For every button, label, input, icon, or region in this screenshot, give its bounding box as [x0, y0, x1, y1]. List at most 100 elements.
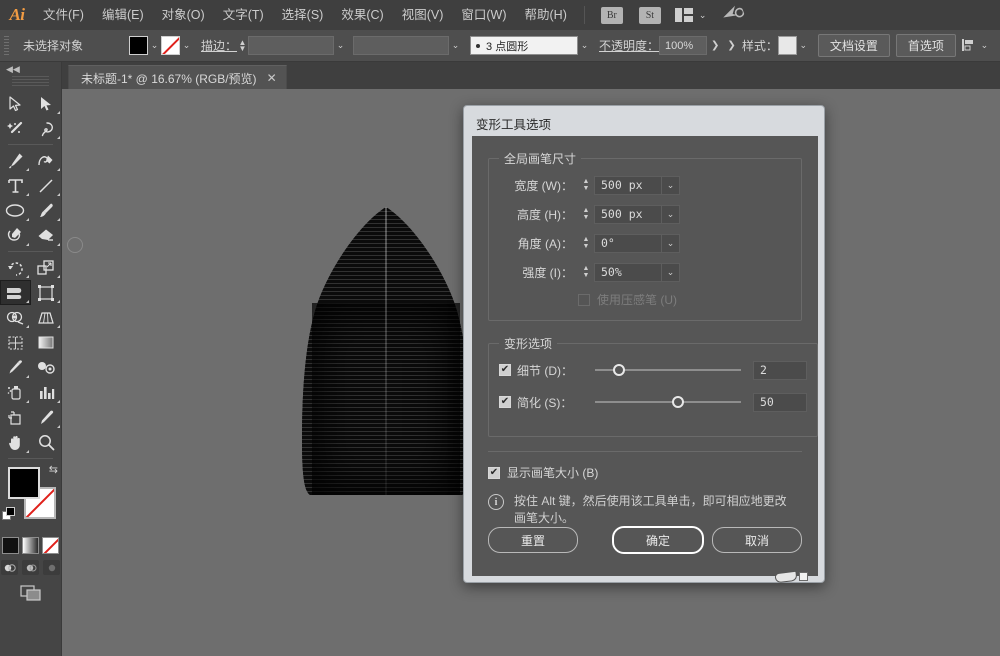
swap-fill-stroke-icon[interactable]: ⇆	[49, 463, 58, 476]
angle-stepper[interactable]: ▲▼	[580, 234, 592, 253]
color-mode-gradient-button[interactable]	[22, 537, 39, 554]
tools-panel-drag-handle[interactable]	[12, 76, 49, 87]
default-fill-stroke-icon[interactable]	[2, 507, 16, 521]
brush-chevron-down-icon[interactable]: ⌄	[578, 36, 591, 55]
tool-slice[interactable]	[31, 405, 62, 430]
tool-zoom[interactable]	[31, 430, 62, 455]
cancel-button[interactable]: 取消	[712, 527, 802, 553]
tool-shape-builder[interactable]	[0, 305, 31, 330]
tool-direct-selection[interactable]	[31, 91, 62, 116]
stroke-color-swatch[interactable]	[161, 36, 180, 55]
tool-paintbrush[interactable]	[31, 198, 62, 223]
stroke-weight-label[interactable]: 描边：	[201, 37, 237, 54]
tool-scale[interactable]	[31, 255, 62, 280]
stroke-profile-field[interactable]	[353, 36, 449, 55]
intensity-stepper[interactable]: ▲▼	[580, 263, 592, 282]
angle-input[interactable]: 0°	[594, 234, 662, 253]
tool-line-segment[interactable]	[31, 173, 62, 198]
tool-eyedropper[interactable]	[0, 355, 31, 380]
intensity-chevron-down-icon[interactable]: ⌄	[662, 263, 680, 282]
tool-eraser[interactable]	[31, 223, 62, 248]
style-chevron-down-icon[interactable]: ⌄	[797, 36, 810, 55]
draw-inside-icon[interactable]	[43, 560, 60, 575]
simplify-slider[interactable]	[595, 393, 741, 411]
menu-effect[interactable]: 效果(C)	[332, 0, 392, 30]
opacity-label[interactable]: 不透明度：	[599, 37, 659, 54]
align-options-icon[interactable]	[962, 38, 978, 53]
stroke-weight-field[interactable]	[248, 36, 334, 55]
change-screen-mode-icon[interactable]	[20, 585, 42, 604]
artwork-object[interactable]	[294, 207, 478, 495]
simplify-slider-knob[interactable]	[672, 396, 684, 408]
fill-color-swatch[interactable]	[129, 36, 148, 55]
tool-gradient[interactable]	[31, 330, 62, 355]
stroke-profile-chevron-down-icon[interactable]: ⌄	[449, 36, 462, 55]
search-adobe-stock-icon[interactable]	[720, 2, 748, 28]
tool-column-graph[interactable]	[31, 380, 62, 405]
tool-shaper[interactable]	[0, 223, 31, 248]
detail-slider[interactable]	[595, 361, 741, 379]
height-stepper[interactable]: ▲▼	[580, 205, 592, 224]
menu-select[interactable]: 选择(S)	[273, 0, 333, 30]
style-expand-arrow-icon[interactable]: ❯	[723, 40, 739, 51]
reset-button[interactable]: 重置	[488, 527, 578, 553]
height-input[interactable]: 500 px	[594, 205, 662, 224]
width-chevron-down-icon[interactable]: ⌄	[662, 176, 680, 195]
menu-file[interactable]: 文件(F)	[34, 0, 93, 30]
stroke-weight-chevron-down-icon[interactable]: ⌄	[334, 36, 347, 55]
brush-definition-field[interactable]: 3 点圆形	[470, 36, 578, 55]
tool-symbol-sprayer[interactable]	[0, 380, 31, 405]
document-tab[interactable]: 未标题-1* @ 16.67% (RGB/预览) ✕	[68, 65, 287, 90]
graphic-style-swatch[interactable]	[778, 36, 797, 55]
show-brush-size-checkbox[interactable]: ✔	[488, 467, 500, 479]
menu-edit[interactable]: 编辑(E)	[93, 0, 153, 30]
tool-ellipse[interactable]	[0, 198, 31, 223]
collapse-panel-icon[interactable]: ◀◀	[0, 62, 61, 76]
close-icon[interactable]: ✕	[267, 71, 277, 85]
tool-curvature[interactable]	[31, 148, 62, 173]
menu-view[interactable]: 视图(V)	[393, 0, 453, 30]
tool-artboard[interactable]	[0, 405, 31, 430]
detail-slider-knob[interactable]	[613, 364, 625, 376]
stroke-weight-stepper[interactable]: ▲▼	[237, 36, 248, 55]
tool-blend[interactable]	[31, 355, 62, 380]
intensity-input[interactable]: 50%	[594, 263, 662, 282]
detail-value-input[interactable]: 2	[753, 361, 807, 380]
opacity-field[interactable]: 100%	[659, 36, 707, 55]
ok-button[interactable]: 确定	[612, 526, 704, 554]
preferences-button[interactable]: 首选项	[896, 34, 956, 57]
tool-free-transform[interactable]	[31, 280, 62, 305]
stroke-chevron-down-icon[interactable]: ⌄	[180, 36, 193, 55]
tool-rotate[interactable]	[0, 255, 31, 280]
width-input[interactable]: 500 px	[594, 176, 662, 195]
draw-behind-icon[interactable]	[22, 560, 39, 575]
draw-normal-icon[interactable]	[1, 560, 18, 575]
tool-mesh[interactable]	[0, 330, 31, 355]
tool-lasso[interactable]	[31, 116, 62, 141]
detail-checkbox[interactable]: ✔	[499, 364, 511, 376]
tool-selection[interactable]	[0, 91, 31, 116]
fill-chevron-down-icon[interactable]: ⌄	[148, 36, 161, 55]
tool-hand[interactable]	[0, 430, 31, 455]
color-mode-none-button[interactable]	[42, 537, 59, 554]
workspace-switcher-icon[interactable]	[675, 8, 693, 22]
opacity-expand-arrow-icon[interactable]: ❯	[707, 40, 723, 51]
control-bar-grip[interactable]	[4, 36, 9, 56]
color-mode-solid-button[interactable]	[2, 537, 19, 554]
menu-window[interactable]: 窗口(W)	[452, 0, 515, 30]
menu-type[interactable]: 文字(T)	[214, 0, 273, 30]
height-chevron-down-icon[interactable]: ⌄	[662, 205, 680, 224]
tool-perspective-grid[interactable]	[31, 305, 62, 330]
bridge-button[interactable]: Br	[601, 7, 623, 24]
width-stepper[interactable]: ▲▼	[580, 176, 592, 195]
simplify-value-input[interactable]: 50	[753, 393, 807, 412]
tool-pen[interactable]	[0, 148, 31, 173]
fill-color-indicator[interactable]	[8, 467, 40, 499]
tool-width[interactable]	[0, 280, 31, 305]
align-chevron-down-icon[interactable]: ⌄	[978, 36, 991, 55]
simplify-checkbox[interactable]: ✔	[499, 396, 511, 408]
menu-help[interactable]: 帮助(H)	[516, 0, 576, 30]
angle-chevron-down-icon[interactable]: ⌄	[662, 234, 680, 253]
tool-magic-wand[interactable]	[0, 116, 31, 141]
document-setup-button[interactable]: 文档设置	[818, 34, 890, 57]
